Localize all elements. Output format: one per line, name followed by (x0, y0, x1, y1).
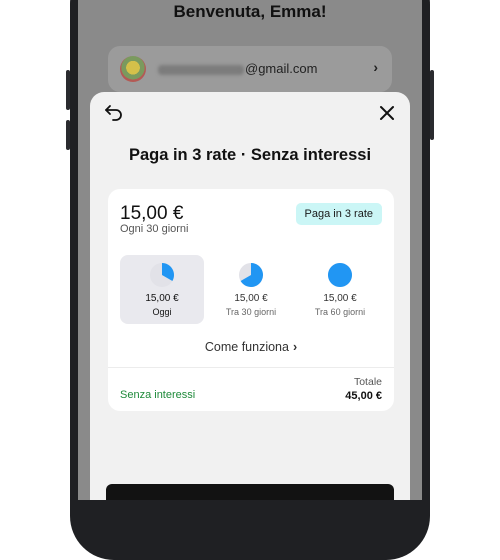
pie-progress-icon (150, 263, 174, 287)
installment-date: Oggi (152, 307, 172, 317)
total-amount: 45,00 € (345, 390, 382, 402)
phone-side-button (66, 70, 70, 110)
pie-progress-icon (239, 263, 264, 287)
phone-power-button (430, 70, 434, 140)
account-row[interactable]: @gmail.com › (108, 46, 392, 92)
how-it-works-link[interactable]: Come funziona › (108, 340, 394, 354)
avatar (120, 56, 146, 82)
no-interest-label: Senza interessi (120, 389, 196, 401)
installment-30-days[interactable]: 15,00 € Tra 30 giorni (209, 255, 293, 324)
chevron-right-icon: › (373, 59, 378, 75)
sheet-title: Paga in 3 rate · Senza interessi (128, 146, 372, 164)
chevron-right-icon: › (292, 340, 298, 354)
account-email: @gmail.com (158, 61, 317, 76)
installment-60-days[interactable]: 15,00 € Tra 60 giorni (298, 255, 382, 324)
total-label: Totale (353, 376, 382, 388)
bottom-sheet: Paga in 3 rate · Senza interessi 15,00 €… (90, 92, 410, 500)
installment-date: Tra 30 giorni (225, 307, 277, 317)
installment-value: 15,00 € (323, 293, 357, 304)
phone-screen: Benvenuta, Emma! @gmail.com › Paga in 3 … (78, 0, 422, 500)
installment-value: 15,00 € (145, 293, 179, 304)
installment-period: Ogni 30 giorni (120, 223, 189, 235)
plan-card: 15,00 € Ogni 30 giorni Paga in 3 rate 15… (108, 189, 394, 411)
installment-today[interactable]: 15,00 € Oggi (120, 255, 204, 324)
how-it-works-label: Come funziona (204, 340, 289, 354)
installment-value: 15,00 € (234, 293, 268, 304)
close-icon[interactable] (378, 104, 396, 122)
phone-side-button (66, 120, 70, 150)
redacted-email-user (158, 64, 244, 75)
installment-amount: 15,00 € (120, 203, 184, 224)
plan-badge: Paga in 3 rate (295, 203, 382, 225)
greeting-title: Benvenuta, Emma! (173, 2, 327, 21)
pie-progress-icon (327, 263, 352, 287)
divider (108, 367, 394, 368)
installment-date: Tra 60 giorni (314, 307, 366, 317)
installment-schedule: 15,00 € Oggi 15,00 € Tra 30 giorni 15,00… (120, 255, 382, 324)
primary-action-button[interactable] (106, 484, 394, 500)
back-arrow-icon[interactable] (104, 104, 124, 122)
